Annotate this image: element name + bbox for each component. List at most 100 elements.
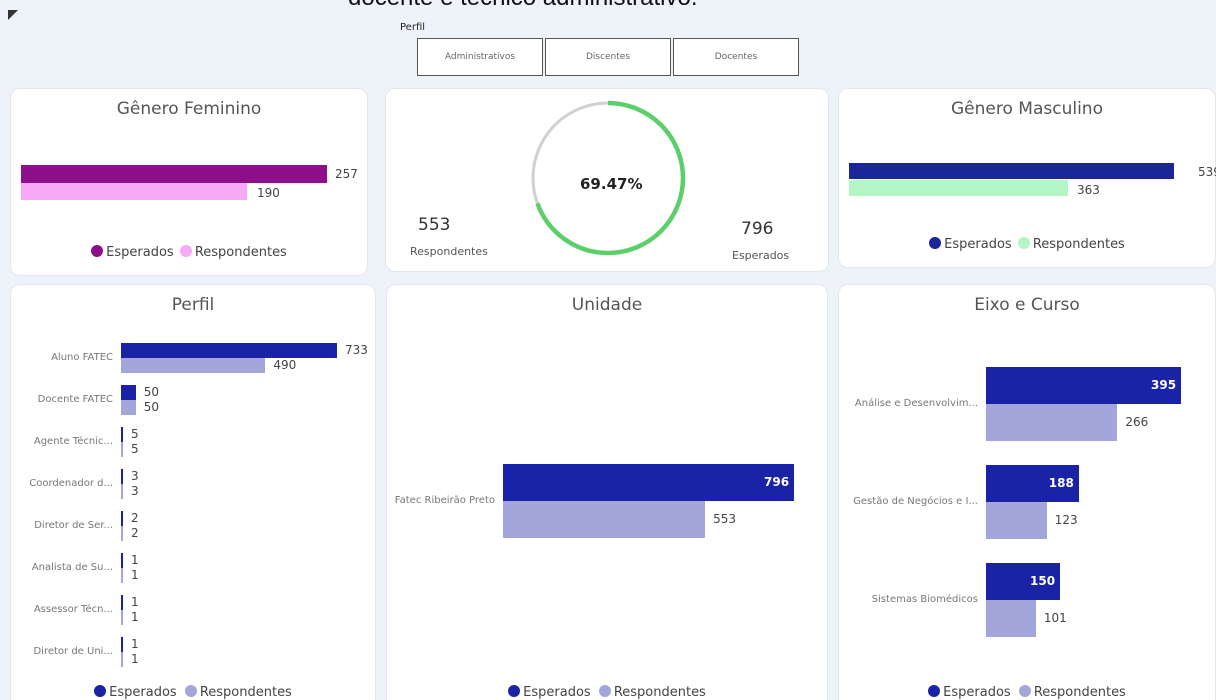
respondentes-value-label: 266: [1125, 414, 1149, 429]
respondentes-value-label: 1: [131, 567, 139, 582]
category-label: Análise e Desenvolvim...: [854, 398, 978, 409]
respondentes-bar[interactable]: [121, 484, 123, 499]
unidade-card: Unidade Fatec Ribeirão Preto 796 553 Esper…: [386, 284, 828, 700]
legend-respondentes-label: Respondentes: [1033, 685, 1126, 700]
respondentes-value-label: 490: [273, 357, 297, 372]
legend-respondentes-label: Respondentes: [199, 685, 292, 700]
legend-esperados-dot: [508, 685, 521, 697]
male-card-title: Gênero Masculino: [951, 99, 1103, 119]
respondentes-bar[interactable]: [986, 404, 1118, 441]
male-respondentes-bar[interactable]: [849, 180, 1068, 196]
respondentes-bar[interactable]: [121, 400, 136, 415]
female-card-title: Gênero Feminino: [116, 99, 262, 119]
esperados-bar[interactable]: [503, 464, 794, 501]
legend-respondentes-dot: [1018, 685, 1031, 697]
male-legend: Esperados Respondentes: [839, 237, 1215, 252]
legend-respondentes-dot: [1017, 237, 1030, 249]
category-label: Analista de Su...: [31, 562, 113, 573]
esperados-value-label: 796: [764, 474, 790, 489]
category-label: Sistemas Biomédicos: [871, 594, 978, 605]
esperados-bar[interactable]: [121, 511, 123, 526]
respondentes-bar[interactable]: [121, 358, 266, 373]
esperados-value-label: 150: [1030, 573, 1056, 588]
respondentes-bar[interactable]: [503, 501, 706, 538]
esperados-value-label: 1: [131, 594, 139, 609]
category-label: Diretor de Uni...: [33, 646, 113, 657]
esperados-value-label: 1: [131, 636, 139, 651]
esperados-bar[interactable]: [121, 343, 337, 358]
category-label: Gestão de Negócios e I...: [853, 496, 978, 507]
legend-esperados-dot: [94, 685, 107, 697]
esperados-value-label: 50: [143, 384, 159, 399]
perfil-legend: Esperados Respondentes: [11, 685, 375, 700]
male-respondentes-value: 363: [1077, 183, 1100, 197]
female-esperados-bar[interactable]: [21, 165, 327, 183]
legend-esperados-label: Esperados: [944, 237, 1012, 252]
esperados-bar[interactable]: [121, 553, 123, 568]
female-legend: Esperados Respondentes: [11, 245, 367, 260]
unidade-legend: Esperados Respondentes: [387, 685, 827, 700]
legend-respondentes-dot: [179, 245, 192, 257]
esperados-value-label: 395: [1151, 377, 1177, 392]
esperados-bar[interactable]: [121, 385, 136, 400]
gauge-card: 69.47% 553 Respondentes 796 Esperados: [385, 88, 829, 272]
legend-respondentes-label: Respondentes: [1032, 237, 1125, 252]
gauge-percent: 69.47%: [580, 175, 643, 193]
legend-esperados-label: Esperados: [943, 685, 1011, 700]
esperados-value-label: 1: [131, 552, 139, 567]
respondentes-bar[interactable]: [121, 568, 123, 583]
respondentes-bar[interactable]: [986, 502, 1047, 539]
female-respondentes-value: 190: [257, 186, 280, 200]
category-label: Fatec Ribeirão Preto: [394, 495, 495, 506]
filter-discentes-button[interactable]: Discentes: [545, 38, 671, 76]
category-label: Diretor de Ser...: [34, 520, 113, 531]
legend-respondentes-label: Respondentes: [613, 685, 706, 700]
male-gender-card: Gênero Masculino 539 363 Esperados Respo…: [838, 88, 1216, 268]
respondentes-value-label: 5: [131, 441, 139, 456]
respondentes-value-label: 50: [143, 399, 159, 414]
esperados-label: Esperados: [732, 249, 790, 262]
respondentes-value-label: 1: [131, 609, 139, 624]
legend-esperados-dot: [91, 245, 104, 257]
perfil-card: Perfil Aluno FATEC 733 490 Docente FATEC 50 5…: [10, 284, 376, 700]
esperados-count: 796: [741, 219, 774, 239]
legend-esperados-dot: [928, 685, 941, 697]
esperados-value-label: 2: [131, 510, 139, 525]
respondentes-bar[interactable]: [121, 526, 123, 541]
legend-esperados-label: Esperados: [109, 685, 177, 700]
filter-administrativos-button[interactable]: Administrativos: [417, 38, 543, 76]
esperados-value-label: 733: [345, 342, 368, 357]
female-respondentes-bar[interactable]: [21, 183, 247, 200]
category-label: Aluno FATEC: [51, 352, 113, 363]
respondentes-label: Respondentes: [410, 245, 488, 258]
filter-docentes-button[interactable]: Docentes: [673, 38, 799, 76]
respondentes-value-label: 3: [131, 483, 139, 498]
esperados-value-label: 5: [131, 426, 139, 441]
completion-gauge: [530, 100, 686, 256]
respondentes-bar[interactable]: [121, 610, 123, 625]
esperados-bar[interactable]: [121, 637, 123, 652]
male-esperados-bar[interactable]: [849, 163, 1174, 179]
respondentes-value-label: 123: [1054, 512, 1078, 527]
eixo-card-title: Eixo e Curso: [974, 295, 1080, 315]
category-label: Docente FATEC: [37, 394, 113, 405]
page-title: docente e técnico administrativo.: [348, 0, 698, 12]
respondentes-value-label: 553: [713, 511, 737, 526]
esperados-bar[interactable]: [121, 595, 123, 610]
legend-esperados-label: Esperados: [106, 245, 174, 260]
category-label: Coordenador d...: [29, 478, 113, 489]
esperados-value-label: 188: [1048, 475, 1074, 490]
unidade-card-title: Unidade: [571, 295, 643, 315]
esperados-bar[interactable]: [121, 469, 123, 484]
legend-respondentes-dot: [184, 685, 197, 697]
respondentes-bar[interactable]: [121, 442, 123, 457]
female-gender-card: Gênero Feminino 257 190 Esperados Respon…: [10, 88, 368, 276]
respondentes-count: 553: [418, 215, 451, 235]
respondentes-bar[interactable]: [986, 600, 1036, 637]
legend-esperados-dot: [929, 237, 942, 249]
esperados-bar[interactable]: [121, 427, 123, 442]
legend-respondentes-dot: [598, 685, 611, 697]
category-label: Assessor Técn...: [33, 604, 113, 615]
respondentes-bar[interactable]: [121, 652, 123, 667]
esperados-value-label: 3: [131, 468, 139, 483]
